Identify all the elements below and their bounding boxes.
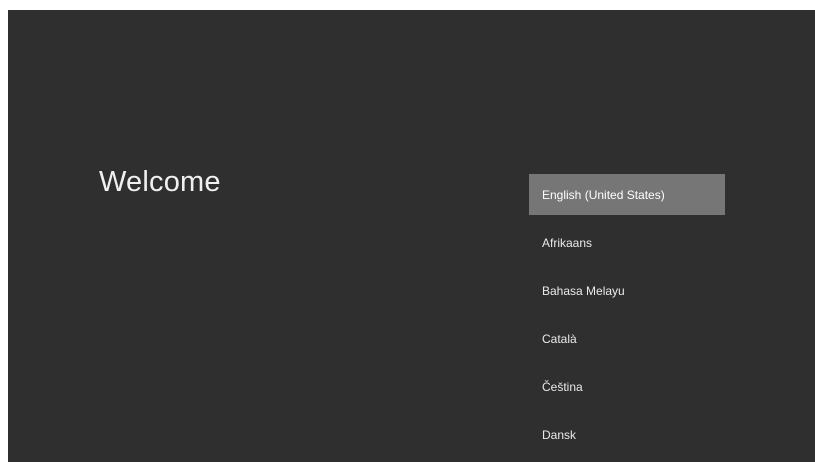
language-item-catala[interactable]: Català: [529, 318, 725, 359]
language-label: Čeština: [542, 379, 583, 394]
language-list: English (United States) Afrikaans Bahasa…: [529, 174, 725, 462]
language-item-afrikaans[interactable]: Afrikaans: [529, 222, 725, 263]
language-item-bahasa-melayu[interactable]: Bahasa Melayu: [529, 270, 725, 311]
language-label: English (United States): [542, 187, 665, 202]
language-label: Català: [542, 331, 577, 346]
language-label: Afrikaans: [542, 235, 593, 250]
language-label: Bahasa Melayu: [542, 283, 625, 298]
language-item-dansk[interactable]: Dansk: [529, 414, 725, 455]
language-label: Dansk: [542, 427, 577, 442]
language-item-english-us[interactable]: English (United States): [529, 174, 725, 215]
welcome-title: Welcome: [99, 166, 221, 198]
welcome-screen: Welcome English (United States) Afrikaan…: [8, 10, 815, 462]
language-item-cestina[interactable]: Čeština: [529, 366, 725, 407]
